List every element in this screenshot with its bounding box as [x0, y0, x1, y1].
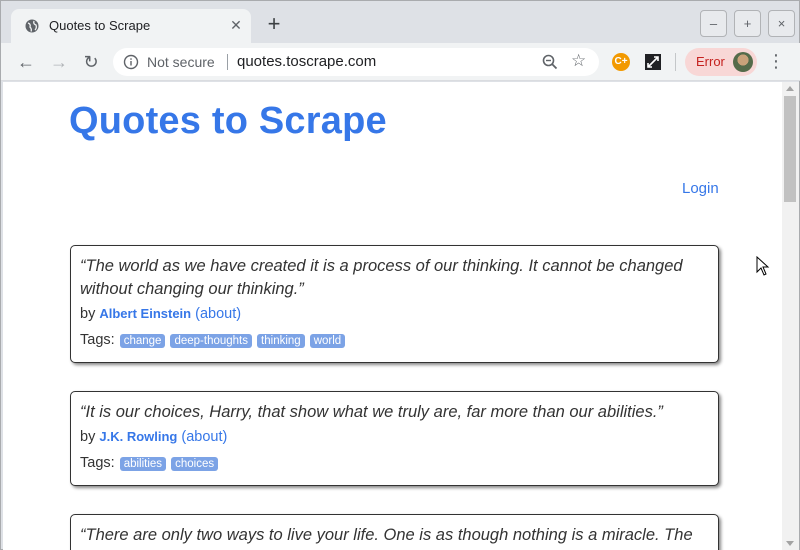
author-name: J.K. Rowling: [99, 429, 178, 444]
forward-arrow-icon[interactable]: →: [47, 50, 71, 74]
quote-byline: by J.K. Rowling (about): [80, 429, 709, 445]
bookmark-star-icon[interactable]: ☆: [571, 51, 586, 71]
tab-title: Quotes to Scrape: [49, 18, 151, 33]
browser-tab[interactable]: Quotes to Scrape ✕: [11, 9, 251, 43]
about-link[interactable]: (about): [195, 306, 241, 322]
tag-choices[interactable]: choices: [171, 457, 219, 471]
tag-thinking[interactable]: thinking: [257, 334, 305, 348]
back-arrow-icon[interactable]: ←: [14, 50, 38, 74]
tag-deep-thoughts[interactable]: deep-thoughts: [170, 334, 253, 348]
tag-abilities[interactable]: abilities: [119, 457, 167, 471]
close-window-button[interactable]: ×: [768, 10, 795, 37]
by-label: by: [80, 429, 96, 445]
login-link[interactable]: Login: [682, 180, 719, 197]
scrollbar[interactable]: [782, 82, 799, 550]
quote-byline: by Albert Einstein (about): [80, 306, 709, 322]
browser-toolbar: ← → ↻ Not secure quotes.toscrape.com ☆ C…: [1, 43, 800, 81]
security-label: Not secure: [147, 54, 215, 70]
quote-text: “There are only two ways to live your li…: [80, 526, 693, 544]
new-tab-button[interactable]: +: [263, 13, 285, 36]
toolbar-divider: [675, 53, 676, 71]
quote-text: “The world as we have created it is a pr…: [80, 257, 683, 298]
tab-strip: Quotes to Scrape ✕ + – + ×: [1, 1, 800, 43]
tag-world[interactable]: world: [309, 334, 346, 348]
url-text[interactable]: quotes.toscrape.com: [237, 53, 376, 70]
zoom-icon[interactable]: [541, 53, 559, 71]
page-viewport: Quotes to Scrape Login “The world as we …: [3, 82, 782, 550]
extension-puzzle-icon[interactable]: [644, 53, 662, 71]
site-title[interactable]: Quotes to Scrape: [69, 100, 387, 143]
close-tab-icon[interactable]: ✕: [227, 16, 245, 34]
reload-icon[interactable]: ↻: [79, 50, 103, 74]
tags-label: Tags:: [80, 455, 115, 471]
kebab-menu-icon[interactable]: ⋮: [767, 51, 785, 73]
quote-card: “It is our choices, Harry, that show wha…: [70, 391, 719, 486]
profile-error-label: Error: [696, 54, 725, 69]
browser-window: Quotes to Scrape ✕ + – + × ← → ↻ Not sec…: [0, 0, 800, 550]
scroll-down-arrow-icon[interactable]: [786, 541, 794, 546]
maximize-button[interactable]: +: [734, 10, 761, 37]
scroll-up-arrow-icon[interactable]: [786, 86, 794, 91]
globe-icon: [25, 19, 39, 33]
tag-list: Tags: abilities choices: [80, 455, 709, 471]
quote-card: “The world as we have created it is a pr…: [70, 245, 719, 363]
scroll-thumb[interactable]: [784, 96, 796, 202]
tag-list: Tags: change deep-thoughts thinking worl…: [80, 332, 709, 348]
minimize-button[interactable]: –: [700, 10, 727, 37]
profile-button[interactable]: Error: [685, 48, 757, 76]
extension-icon[interactable]: C+: [612, 53, 630, 71]
address-divider: [227, 54, 228, 70]
tags-label: Tags:: [80, 332, 115, 348]
address-bar[interactable]: Not secure quotes.toscrape.com ☆: [113, 48, 599, 76]
avatar: [733, 52, 753, 72]
about-link[interactable]: (about): [181, 429, 227, 445]
info-icon[interactable]: [123, 54, 139, 70]
by-label: by: [80, 306, 96, 322]
quote-card: “There are only two ways to live your li…: [70, 514, 719, 550]
quote-text: “It is our choices, Harry, that show wha…: [80, 403, 663, 421]
tag-change[interactable]: change: [119, 334, 166, 348]
author-name: Albert Einstein: [99, 306, 192, 321]
mouse-cursor-icon: [756, 256, 770, 276]
